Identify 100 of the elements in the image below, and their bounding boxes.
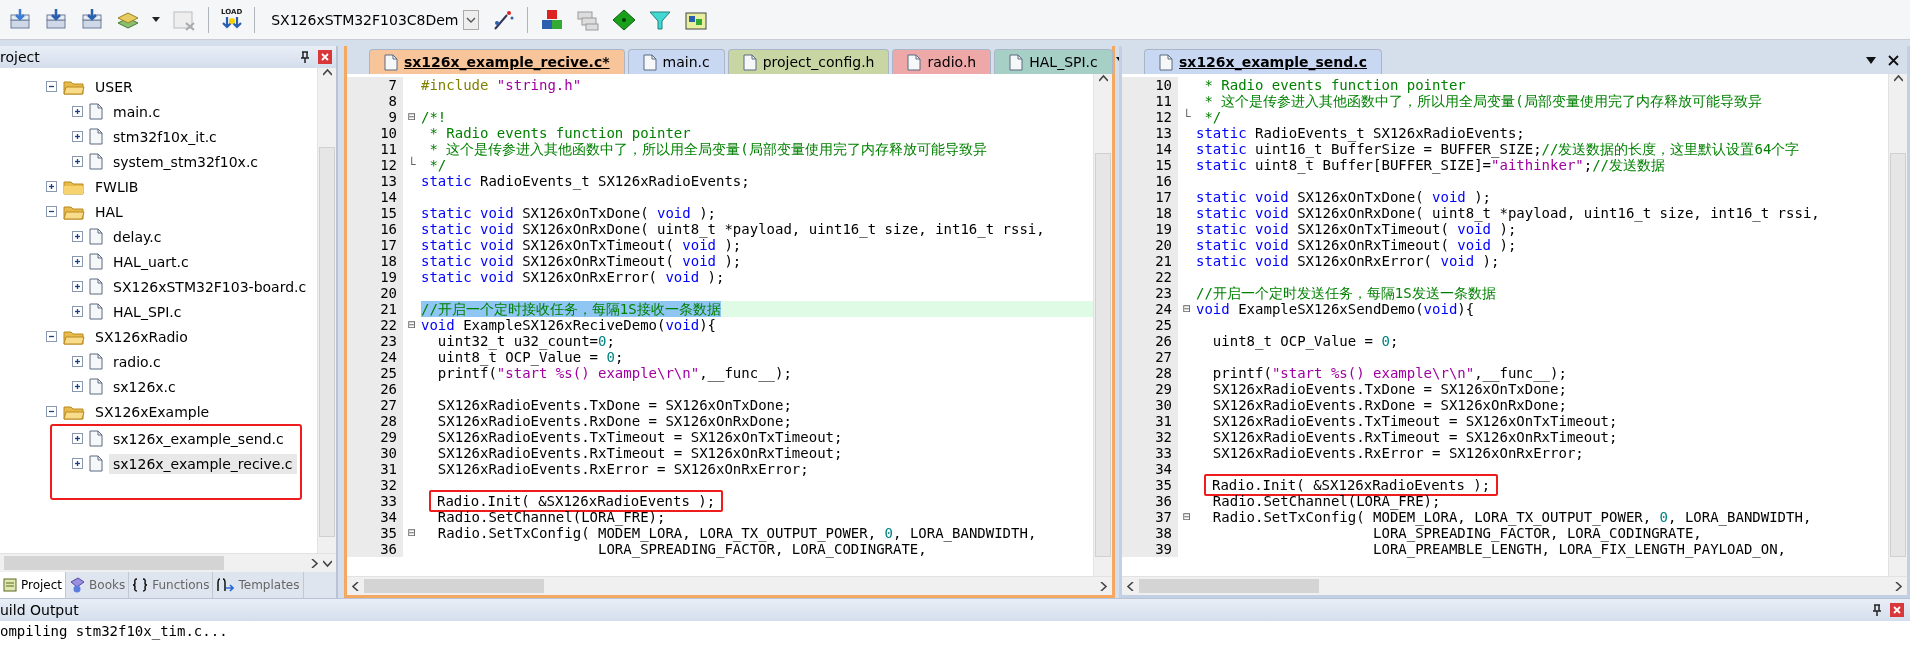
horizontal-scrollbar[interactable] [1122,576,1907,595]
tree-item[interactable]: SX126xSTM32F103-board.c [109,276,311,297]
editor-tab[interactable]: radio.h [892,49,992,74]
expand-toggle-icon[interactable] [72,106,83,117]
download-stack-icon[interactable] [80,7,104,32]
editor-tab[interactable]: sx126x_example_recive.c* [369,49,625,74]
funnel-icon[interactable] [647,8,672,31]
tree-item[interactable]: sx126x_example_send.c [109,428,288,449]
code-line: SX126xRadioEvents.RxError = SX126xOnRxError; [436,461,809,477]
braces-icon [132,578,149,592]
collapse-toggle-icon[interactable] [46,206,57,217]
download-stack-icon[interactable] [44,7,68,32]
line-number: 39 [1122,541,1178,557]
code-line: #include "string.h" [421,77,582,93]
code-line: static void SX126xOnTxTimeout( void ); [421,237,742,253]
line-number: 21 [1122,253,1178,269]
line-number: 27 [347,397,403,413]
tree-item[interactable]: FWLIB [91,176,143,197]
line-number: 11 [347,141,403,157]
line-number: 28 [1122,365,1178,381]
tree-item[interactable]: SX126xExample [91,401,214,422]
code-line: static void SX126xOnRxError( void ); [421,269,725,285]
expand-toggle-icon[interactable] [72,156,83,167]
dropdown-arrow-icon[interactable] [1866,56,1876,64]
line-number: 15 [1122,157,1178,173]
expand-toggle-icon[interactable] [46,181,57,192]
code-line: SX126xRadioEvents.RxDone = SX126xOnRxDone; [1211,397,1567,413]
horizontal-scrollbar[interactable] [0,553,336,572]
down-arrows-icon [221,16,242,31]
panel-title: roject [0,49,40,65]
tree-item[interactable]: USER [91,76,137,97]
collapse-toggle-icon[interactable] [46,331,57,342]
line-number: 34 [347,509,403,525]
tree-item[interactable]: HAL_SPI.c [109,301,186,322]
expand-toggle-icon[interactable] [72,131,83,142]
editor-tab[interactable]: main.c [627,49,725,74]
pin-icon[interactable] [1872,604,1882,616]
tree-item[interactable]: delay.c [109,226,166,247]
target-select[interactable]: SX126xSTM32F103C8Dem [267,6,479,33]
file-icon [742,53,757,71]
tree-item[interactable]: SX126xRadio [91,326,192,347]
horizontal-scrollbar[interactable] [347,576,1112,595]
tree-item[interactable]: sx126x.c [109,376,180,397]
books-icon [69,577,86,593]
fold-marker[interactable]: └ [1183,109,1191,125]
tree-item[interactable]: radio.c [109,351,165,372]
code-line: LORA_SPREADING_FACTOR, LORA_CODINGRATE, [597,541,927,557]
expand-toggle-icon[interactable] [72,458,83,469]
editor-tab[interactable]: HAL_SPI.c [994,49,1113,74]
diamond-icon[interactable] [611,8,636,31]
collapse-toggle-icon[interactable] [46,406,57,417]
tree-item[interactable]: stm32f10x_it.c [109,126,221,147]
line-number: 20 [347,285,403,301]
line-number: 13 [1122,125,1178,141]
editor-tab[interactable]: project_config.h [727,49,890,74]
tree-item[interactable]: HAL_uart.c [109,251,193,272]
file-icon [907,53,922,71]
vertical-scrollbar[interactable] [317,68,336,553]
collapse-toggle-icon[interactable] [46,81,57,92]
line-number: 10 [347,125,403,141]
fold-marker[interactable]: ⊟ [1183,301,1191,317]
fold-marker[interactable]: ⊟ [408,109,416,125]
pin-icon[interactable] [300,51,310,63]
fold-marker[interactable]: ⊟ [1183,509,1191,525]
code-line: * Radio events function pointer [428,125,691,141]
expand-toggle-icon[interactable] [72,306,83,317]
code-line: void ExampleSX126xSendDemo(void){ [1196,301,1475,317]
download-stack-icon[interactable] [8,7,32,32]
code-line: static void SX126xOnRxTimeout( void ); [421,253,742,269]
tree-item[interactable]: main.c [109,101,165,122]
expand-toggle-icon[interactable] [72,433,83,444]
code-line: Radio.SetTxConfig( MODEM_LORA, LORA_TX_OUTPUT_POWER, 0, LORA_BANDWIDTH, [436,525,1037,541]
code-line: uint8_t OCP_Value = 0; [436,349,624,365]
line-number: 26 [1122,333,1178,349]
vertical-scrollbar[interactable] [1093,74,1112,576]
fold-marker[interactable]: ⊟ [408,525,416,541]
editor-tab[interactable]: sx126x_example_send.c [1144,49,1382,74]
expand-toggle-icon[interactable] [72,381,83,392]
line-number: 29 [1122,381,1178,397]
tree-item[interactable]: system_stm32f10x.c [109,151,263,172]
line-number: 17 [347,237,403,253]
code-line: LORA_SPREADING_FACTOR, LORA_CODINGRATE, [1372,525,1702,541]
vertical-scrollbar[interactable] [1888,74,1907,576]
line-number: 35 [347,525,403,541]
panel-tab[interactable]: Project [0,572,67,598]
line-number: 29 [347,429,403,445]
close-icon[interactable] [1888,54,1899,66]
expand-toggle-icon[interactable] [72,356,83,367]
tree-item[interactable]: sx126x_example_recive.c [109,453,297,474]
line-number: 31 [1122,413,1178,429]
fold-marker[interactable]: ⊟ [408,317,416,333]
code-line: SX126xRadioEvents.RxTimeout = SX126xOnRxTimeout; [1211,429,1618,445]
expand-toggle-icon[interactable] [72,281,83,292]
fold-marker[interactable]: └ [408,157,416,173]
tree-item[interactable]: HAL [91,201,127,222]
file-icon [1009,53,1024,71]
expand-toggle-icon[interactable] [72,256,83,267]
expand-toggle-icon[interactable] [72,231,83,242]
line-number: 17 [1122,189,1178,205]
blocks-icon[interactable] [539,8,564,31]
